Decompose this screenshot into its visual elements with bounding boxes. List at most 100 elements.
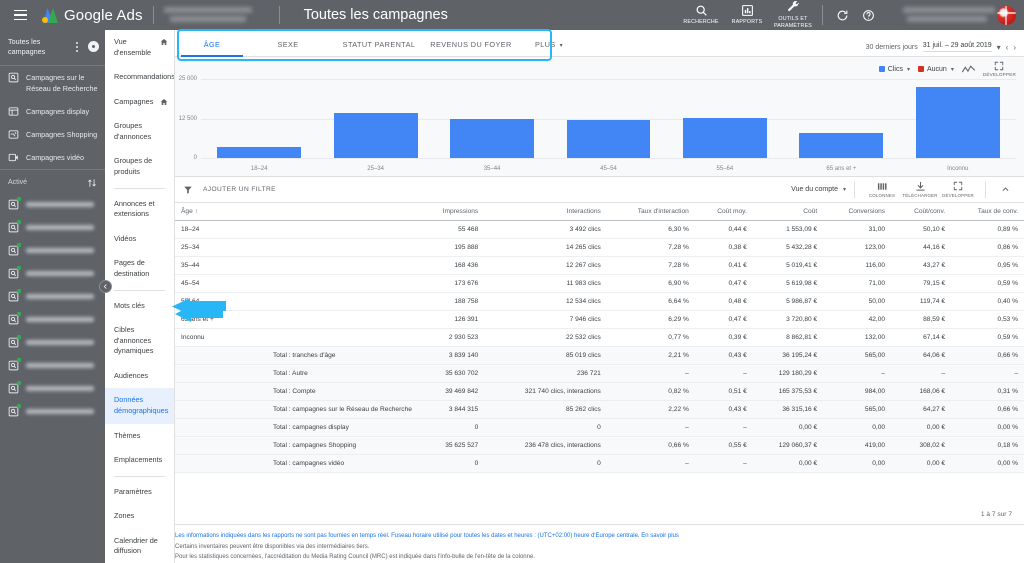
table-row[interactable]: 35–44 168 436 12 267 clics 7,28 % 0,41 €5 01… xyxy=(175,256,1024,275)
columns-button[interactable]: COLONNES xyxy=(863,181,901,198)
table-header-cell[interactable]: Coût moy. xyxy=(694,203,753,221)
campaign-list-item[interactable] xyxy=(0,331,105,354)
status-filter-row[interactable]: Activé xyxy=(0,170,105,193)
chevron-down-icon[interactable]: ▾ xyxy=(951,66,954,73)
expand-table-button[interactable]: DÉVELOPPER xyxy=(939,181,977,198)
campaign-type-shopping[interactable]: Campagnes Shopping xyxy=(0,123,105,146)
reports-button[interactable]: RAPPORTS xyxy=(724,4,770,26)
sidebar-item-donn-es-d-mographiques[interactable]: Données démographiques xyxy=(105,388,174,424)
sidebar-item-pages-de-destination[interactable]: Pages de destination xyxy=(105,251,174,286)
table-header-cell[interactable]: Coût xyxy=(752,203,824,221)
chart-bar[interactable] xyxy=(450,119,534,158)
chart-bar[interactable] xyxy=(915,86,1000,158)
campaign-list-item[interactable] xyxy=(0,377,105,400)
chevron-down-icon[interactable]: ▾ xyxy=(843,186,846,193)
sidebar-item-th-mes[interactable]: Thèmes xyxy=(105,424,174,449)
chart-bar[interactable] xyxy=(799,132,884,158)
chart-type-button[interactable] xyxy=(961,64,975,74)
chevron-down-icon[interactable]: ▾ xyxy=(997,43,1001,52)
view-select[interactable]: Vue du compte ▾ xyxy=(791,186,846,193)
sidebar-item-vue-d-ensemble[interactable]: Vue d'ensemble xyxy=(105,30,174,65)
help-button[interactable] xyxy=(855,9,881,22)
table-row[interactable]: 25–34 195 888 14 265 clics 7,28 % 0,38 €5 43… xyxy=(175,238,1024,257)
table-cell-taux: 0,77 % xyxy=(606,328,695,347)
prev-period-button[interactable]: ‹ xyxy=(1006,43,1009,52)
table-cell-interactions: 22 532 clics xyxy=(484,328,607,347)
sidebar-item-param-tres[interactable]: Paramètres xyxy=(105,480,174,505)
tab-statut-parental[interactable]: STATUT PARENTAL xyxy=(333,40,425,56)
date-range-picker[interactable]: 30 derniers jours 31 juil. – 29 août 201… xyxy=(866,42,1016,52)
avatar[interactable] xyxy=(997,5,1016,25)
more-options-icon[interactable] xyxy=(71,41,83,52)
tab--ge[interactable]: ÂGE xyxy=(181,40,243,57)
campaign-list-item[interactable] xyxy=(0,193,105,216)
sidebar-item-campagnes[interactable]: Campagnes xyxy=(105,90,174,115)
table-header-cell[interactable] xyxy=(267,203,418,221)
sidebar-item-groupes-d-annonces[interactable]: Groupes d'annonces xyxy=(105,114,174,149)
campaign-type-search[interactable]: Campagnes sur le Réseau de Recherche xyxy=(0,66,105,99)
sidebar-item-emplacements[interactable]: Emplacements xyxy=(105,448,174,473)
chart-x-tick-label: 18–24 xyxy=(250,166,268,172)
sidebar-item-recommandations[interactable]: Recommandations xyxy=(105,65,174,90)
add-filter-button[interactable]: AJOUTER UN FILTRE xyxy=(203,186,276,193)
sidebar-item-annonces-et-extensions[interactable]: Annonces et extensions xyxy=(105,192,174,227)
legend-item-clics[interactable]: Clics ▾ xyxy=(878,66,910,73)
campaign-type-display[interactable]: Campagnes display xyxy=(0,100,105,123)
sidebar-item-calendrier-de-diffusion[interactable]: Calendrier de diffusion xyxy=(105,529,174,563)
campaign-list-item[interactable] xyxy=(0,262,105,285)
campaign-type-video[interactable]: Campagnes vidéo xyxy=(0,146,105,169)
table-header-cell[interactable]: Coût/conv. xyxy=(891,203,952,221)
chevron-down-icon[interactable]: ▾ xyxy=(560,43,563,49)
sidebar-item-cibles-d-annonces-dynamiques[interactable]: Cibles d'annonces dynamiques xyxy=(105,318,174,364)
table-header-cell[interactable]: Âge ↑ xyxy=(175,203,267,221)
menu-icon[interactable] xyxy=(6,9,34,21)
chart-bar[interactable] xyxy=(566,120,651,158)
table-row[interactable]: Inconnu 2 930 523 22 532 clics 0,77 % 0,39 €… xyxy=(175,328,1024,347)
tab-sexe[interactable]: SEXE xyxy=(243,40,333,56)
table-header-cell[interactable]: Interactions xyxy=(484,203,607,221)
campaign-list-item[interactable] xyxy=(0,308,105,331)
tab-plus[interactable]: PLUS ▾ xyxy=(517,40,581,56)
legend-item-aucun[interactable]: Aucun ▾ xyxy=(917,66,954,73)
sidebar-item-mots-cl-s[interactable]: Mots clés xyxy=(105,294,174,319)
sidebar-item-vid-os[interactable]: Vidéos xyxy=(105,227,174,252)
campaign-list-item[interactable] xyxy=(0,239,105,262)
google-ads-logo[interactable]: Google Ads xyxy=(42,7,143,24)
search-campaign-icon xyxy=(8,312,21,325)
table-row[interactable]: 55–64 188 758 12 534 clics 6,64 % 0,48 €5 98… xyxy=(175,292,1024,311)
sidebar-item-zones[interactable]: Zones xyxy=(105,504,174,529)
sidebar-item-groupes-de-produits[interactable]: Groupes de produits xyxy=(105,149,174,184)
table-header-cell[interactable]: Taux de conv. xyxy=(951,203,1024,221)
tools-button[interactable]: OUTILS ET PARAMÈTRES xyxy=(770,0,816,29)
chart-bar[interactable] xyxy=(682,118,767,158)
sidebar-item-audiences[interactable]: Audiences xyxy=(105,364,174,389)
collapse-chart-button[interactable] xyxy=(994,185,1016,194)
next-period-button[interactable]: › xyxy=(1013,43,1016,52)
download-button[interactable]: TÉLÉCHARGER xyxy=(901,181,939,198)
sort-icon[interactable] xyxy=(87,178,97,188)
date-range-value[interactable]: 31 juil. – 29 août 2019 xyxy=(922,42,992,52)
campaign-list-item[interactable] xyxy=(0,285,105,308)
table-header-cell[interactable]: Conversions xyxy=(823,203,892,221)
table-row[interactable]: 65 ans et + 126 391 7 946 clics 6,29 % 0,47 … xyxy=(175,310,1024,329)
chart-expand-button[interactable]: DÉVELOPPER xyxy=(983,61,1016,77)
table-row[interactable]: 45–54 173 676 11 983 clics 6,90 % 0,47 €5 61… xyxy=(175,274,1024,293)
campaign-list-item[interactable] xyxy=(0,216,105,239)
collapse-panel-icon[interactable] xyxy=(88,41,99,53)
chart-bar[interactable] xyxy=(333,112,418,158)
learn-more-link[interactable]: En savoir plus xyxy=(641,533,679,539)
chart-bar[interactable] xyxy=(217,146,302,158)
refresh-button[interactable] xyxy=(829,9,855,22)
campaign-list-item[interactable] xyxy=(0,400,105,423)
filter-icon[interactable] xyxy=(183,185,193,195)
account-name-blurred[interactable] xyxy=(164,5,269,25)
sidebar-collapse-handle[interactable] xyxy=(99,280,112,293)
search-button[interactable]: RECHERCHE xyxy=(678,4,724,26)
campaign-list-item[interactable] xyxy=(0,354,105,377)
table-header-cell[interactable]: Impressions xyxy=(417,203,485,221)
table-header-cell[interactable]: Taux d'interaction xyxy=(606,203,695,221)
chevron-down-icon[interactable]: ▾ xyxy=(907,66,910,73)
tab-revenus-du-foyer[interactable]: REVENUS DU FOYER xyxy=(425,40,517,56)
table-row[interactable]: 18–24 55 468 3 492 clics 6,30 % 0,44 €1 553,… xyxy=(175,220,1024,239)
sidebar-item-label: Données démographiques xyxy=(114,395,169,415)
